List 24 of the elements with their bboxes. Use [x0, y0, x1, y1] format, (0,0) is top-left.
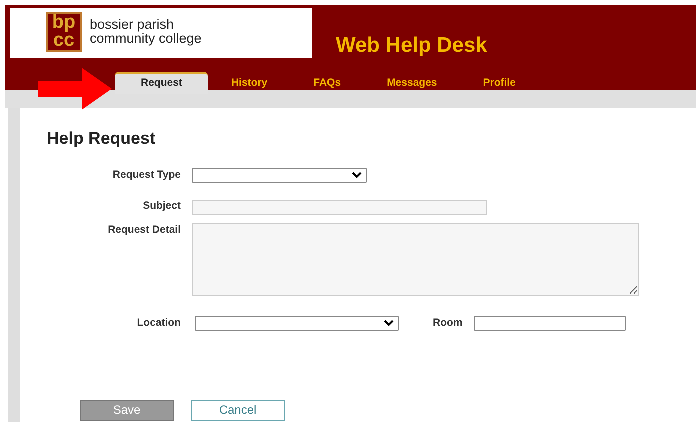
nav-tab[interactable]: History: [208, 72, 291, 94]
logo-letters: cc: [52, 32, 76, 50]
request-detail-field[interactable]: [192, 223, 639, 296]
nav-tab[interactable]: Profile: [460, 72, 539, 94]
nav-tab[interactable]: FAQs: [290, 72, 364, 94]
field-label: Room: [433, 316, 464, 331]
cancel-button[interactable]: Cancel: [191, 400, 285, 421]
arrow-icon: [38, 68, 112, 110]
request-type-select[interactable]: [192, 168, 367, 183]
field-label: Location: [136, 316, 182, 331]
app-title: Web Help Desk: [336, 33, 488, 59]
caret-icon: [352, 172, 362, 179]
logo-text: bossier parish: [90, 18, 176, 32]
field-label: Request Detail: [107, 223, 182, 238]
location-select[interactable]: [195, 316, 399, 332]
logo-text: community college: [90, 32, 202, 46]
caret-icon: [384, 320, 394, 328]
form-title: Help Request: [47, 128, 157, 150]
subject-field[interactable]: [192, 200, 487, 215]
field-label: Subject: [142, 199, 182, 214]
logo-letters: bp: [51, 14, 77, 32]
room-field[interactable]: [474, 316, 626, 332]
field-label: Request Type: [112, 168, 182, 182]
nav-tab[interactable]: Messages: [364, 72, 460, 94]
